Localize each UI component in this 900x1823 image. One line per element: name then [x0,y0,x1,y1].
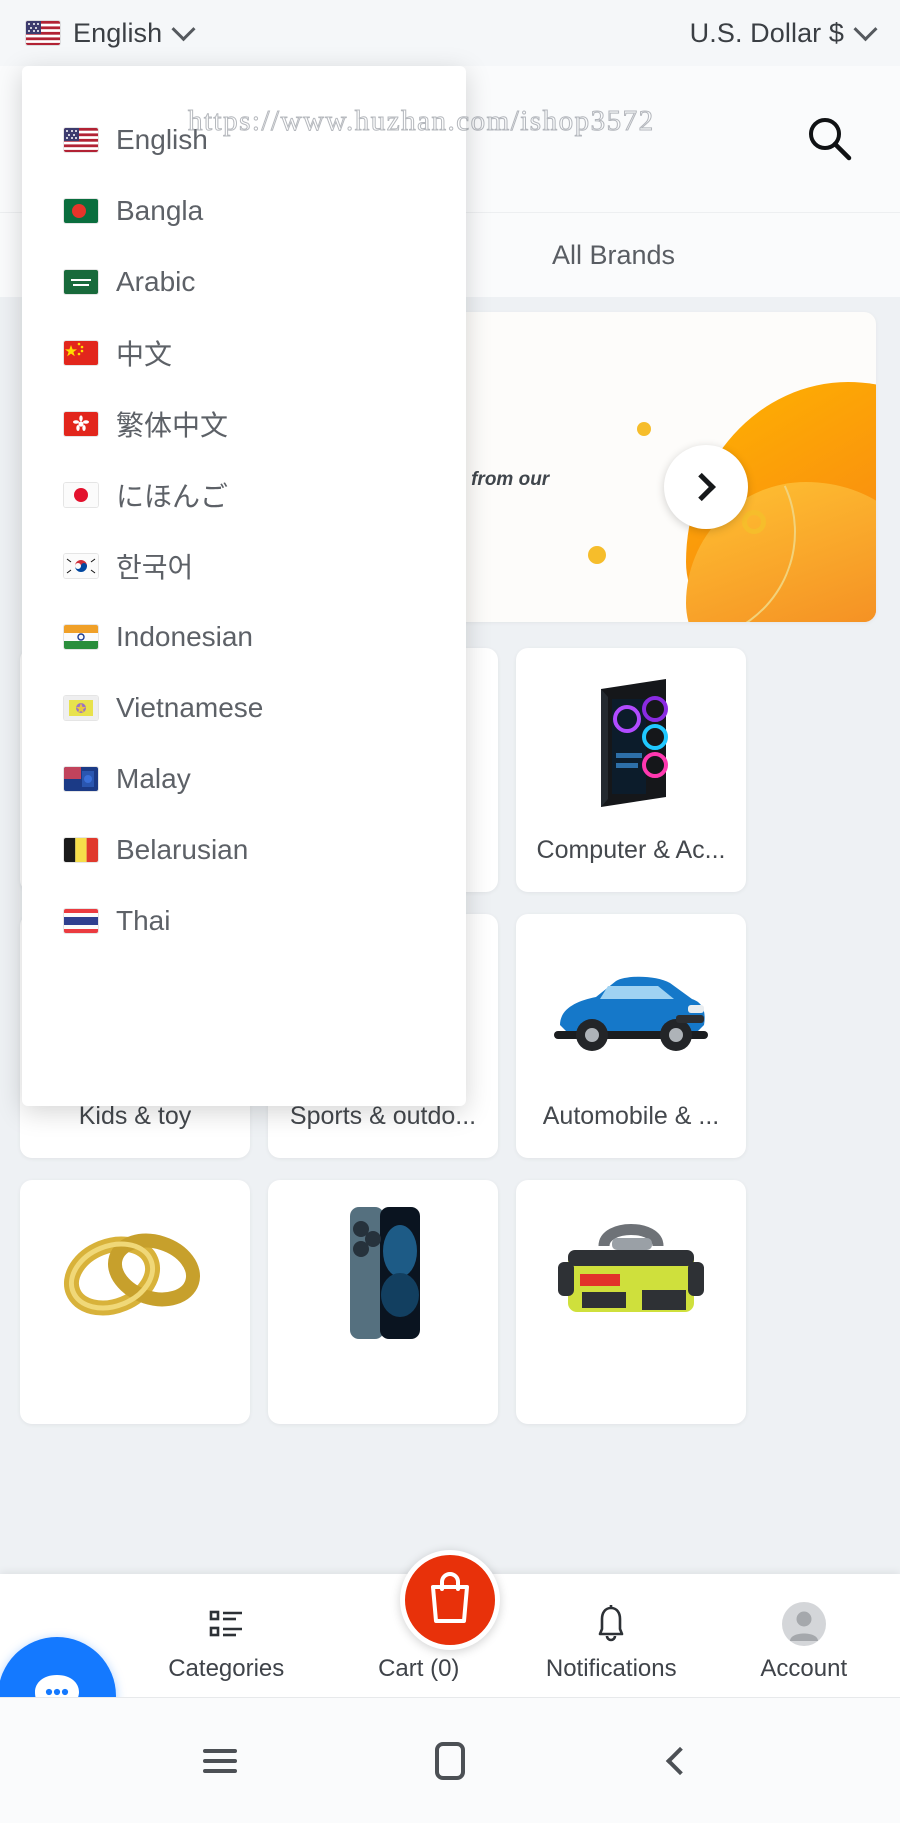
search-icon[interactable] [804,113,856,165]
bottom-nav-notifications[interactable]: Notifications [515,1601,708,1697]
language-selector[interactable]: English [26,16,196,49]
sa-flag-icon [64,269,98,294]
vn-flag-icon [64,695,98,720]
in-flag-icon [64,624,98,649]
language-option-english[interactable]: English [22,104,466,175]
currency-label: U.S. Dollar $ [689,17,844,48]
bottom-nav-label: Cart (0) [378,1655,460,1682]
tool-bag-art [536,1194,726,1354]
home-square-icon [435,1741,465,1780]
category-label: Automobile & ... [542,1102,720,1130]
language-option-label: 한국어 [116,551,194,583]
top-utility-bar: English U.S. Dollar $ [0,0,900,66]
bottom-nav-categories[interactable]: Categories [130,1601,323,1697]
language-option-label: Indonesian [116,620,254,652]
system-navigation-bar [0,1697,900,1823]
my-flag-icon [64,766,98,791]
language-label: English [73,17,163,48]
shopping-bag-icon [423,1569,477,1632]
us-flag-icon [26,21,60,45]
language-option-label: Belarusian [116,833,249,865]
back-chevron-icon [665,1746,695,1775]
bell-icon [591,1601,631,1647]
banner-ring-icon [742,510,766,534]
hamburger-icon [203,1743,237,1779]
bd-flag-icon [64,198,98,223]
us-flag-icon [64,127,98,152]
language-option-label: Malay [116,762,191,794]
chevron-right-icon [687,472,716,502]
category-card-jewellery[interactable] [20,1180,250,1424]
tab-all-brands[interactable]: All Brands [552,240,675,271]
language-option-label: Arabic [116,265,196,297]
language-option-bangla[interactable]: Bangla [22,175,466,246]
bottom-nav-label: Notifications [545,1655,677,1682]
app-root: English U.S. Dollar $ s All Brands [0,0,900,1823]
banner-dot-icon [637,422,651,436]
currency-selector[interactable]: U.S. Dollar $ [689,16,878,49]
category-card-automobile[interactable]: Automobile & ... [516,914,746,1158]
category-card-computer[interactable]: Computer & Ac... [516,648,746,892]
language-option-traditional-chinese[interactable]: 繁体中文 [22,388,466,459]
recents-button[interactable] [185,1731,255,1791]
language-option-arabic[interactable]: Arabic [22,246,466,317]
cn-flag-icon [64,340,98,365]
carousel-next-button[interactable] [664,445,748,529]
language-option-label: Bangla [116,194,204,226]
category-label: Computer & Ac... [536,836,726,864]
language-option-malay[interactable]: Malay [22,743,466,814]
category-card-mobile[interactable] [268,1180,498,1424]
language-option-indonesian[interactable]: Indonesian [22,601,466,672]
th-flag-icon [64,908,98,933]
language-option-label: Thai [116,904,171,936]
kr-flag-icon [64,553,98,578]
language-option-label: にほんご [116,480,229,512]
category-label: Kids & toy [78,1102,192,1130]
chevron-down-icon [853,16,878,41]
language-option-japanese[interactable]: にほんご [22,459,466,530]
hk-flag-icon [64,411,98,436]
language-option-belarusian[interactable]: Belarusian [22,814,466,885]
language-option-korean[interactable]: 한국어 [22,530,466,601]
gold-rings-art [40,1194,230,1354]
computer-tower-art [536,662,726,822]
blue-car-art [536,928,726,1088]
language-option-label: 繁体中文 [116,409,229,441]
language-option-thai[interactable]: Thai [22,885,466,956]
jp-flag-icon [64,482,98,507]
language-option-vietnamese[interactable]: Vietnamese [22,672,466,743]
bottom-nav-account[interactable]: Account [708,1601,900,1697]
home-button[interactable] [415,1731,485,1791]
avatar-icon [781,1601,827,1647]
cart-fab-button[interactable] [400,1550,500,1650]
category-label: Sports & outdo... [289,1102,477,1130]
language-option-label: English [116,123,208,155]
language-dropdown-menu: English Bangla Arabic 中文 繁体中文 にほんご 한국어 I… [22,66,466,1106]
smartphone-art [288,1194,478,1354]
language-option-label: Vietnamese [116,691,264,723]
language-option-chinese[interactable]: 中文 [22,317,466,388]
back-button[interactable] [645,1731,715,1791]
bottom-nav-label: Categories [168,1655,285,1682]
language-option-label: 中文 [116,338,173,370]
list-icon [204,1601,248,1647]
category-card-tools[interactable] [516,1180,746,1424]
bottom-nav-label: Account [760,1655,848,1682]
chevron-down-icon [171,16,196,41]
be-flag-icon [64,837,98,862]
